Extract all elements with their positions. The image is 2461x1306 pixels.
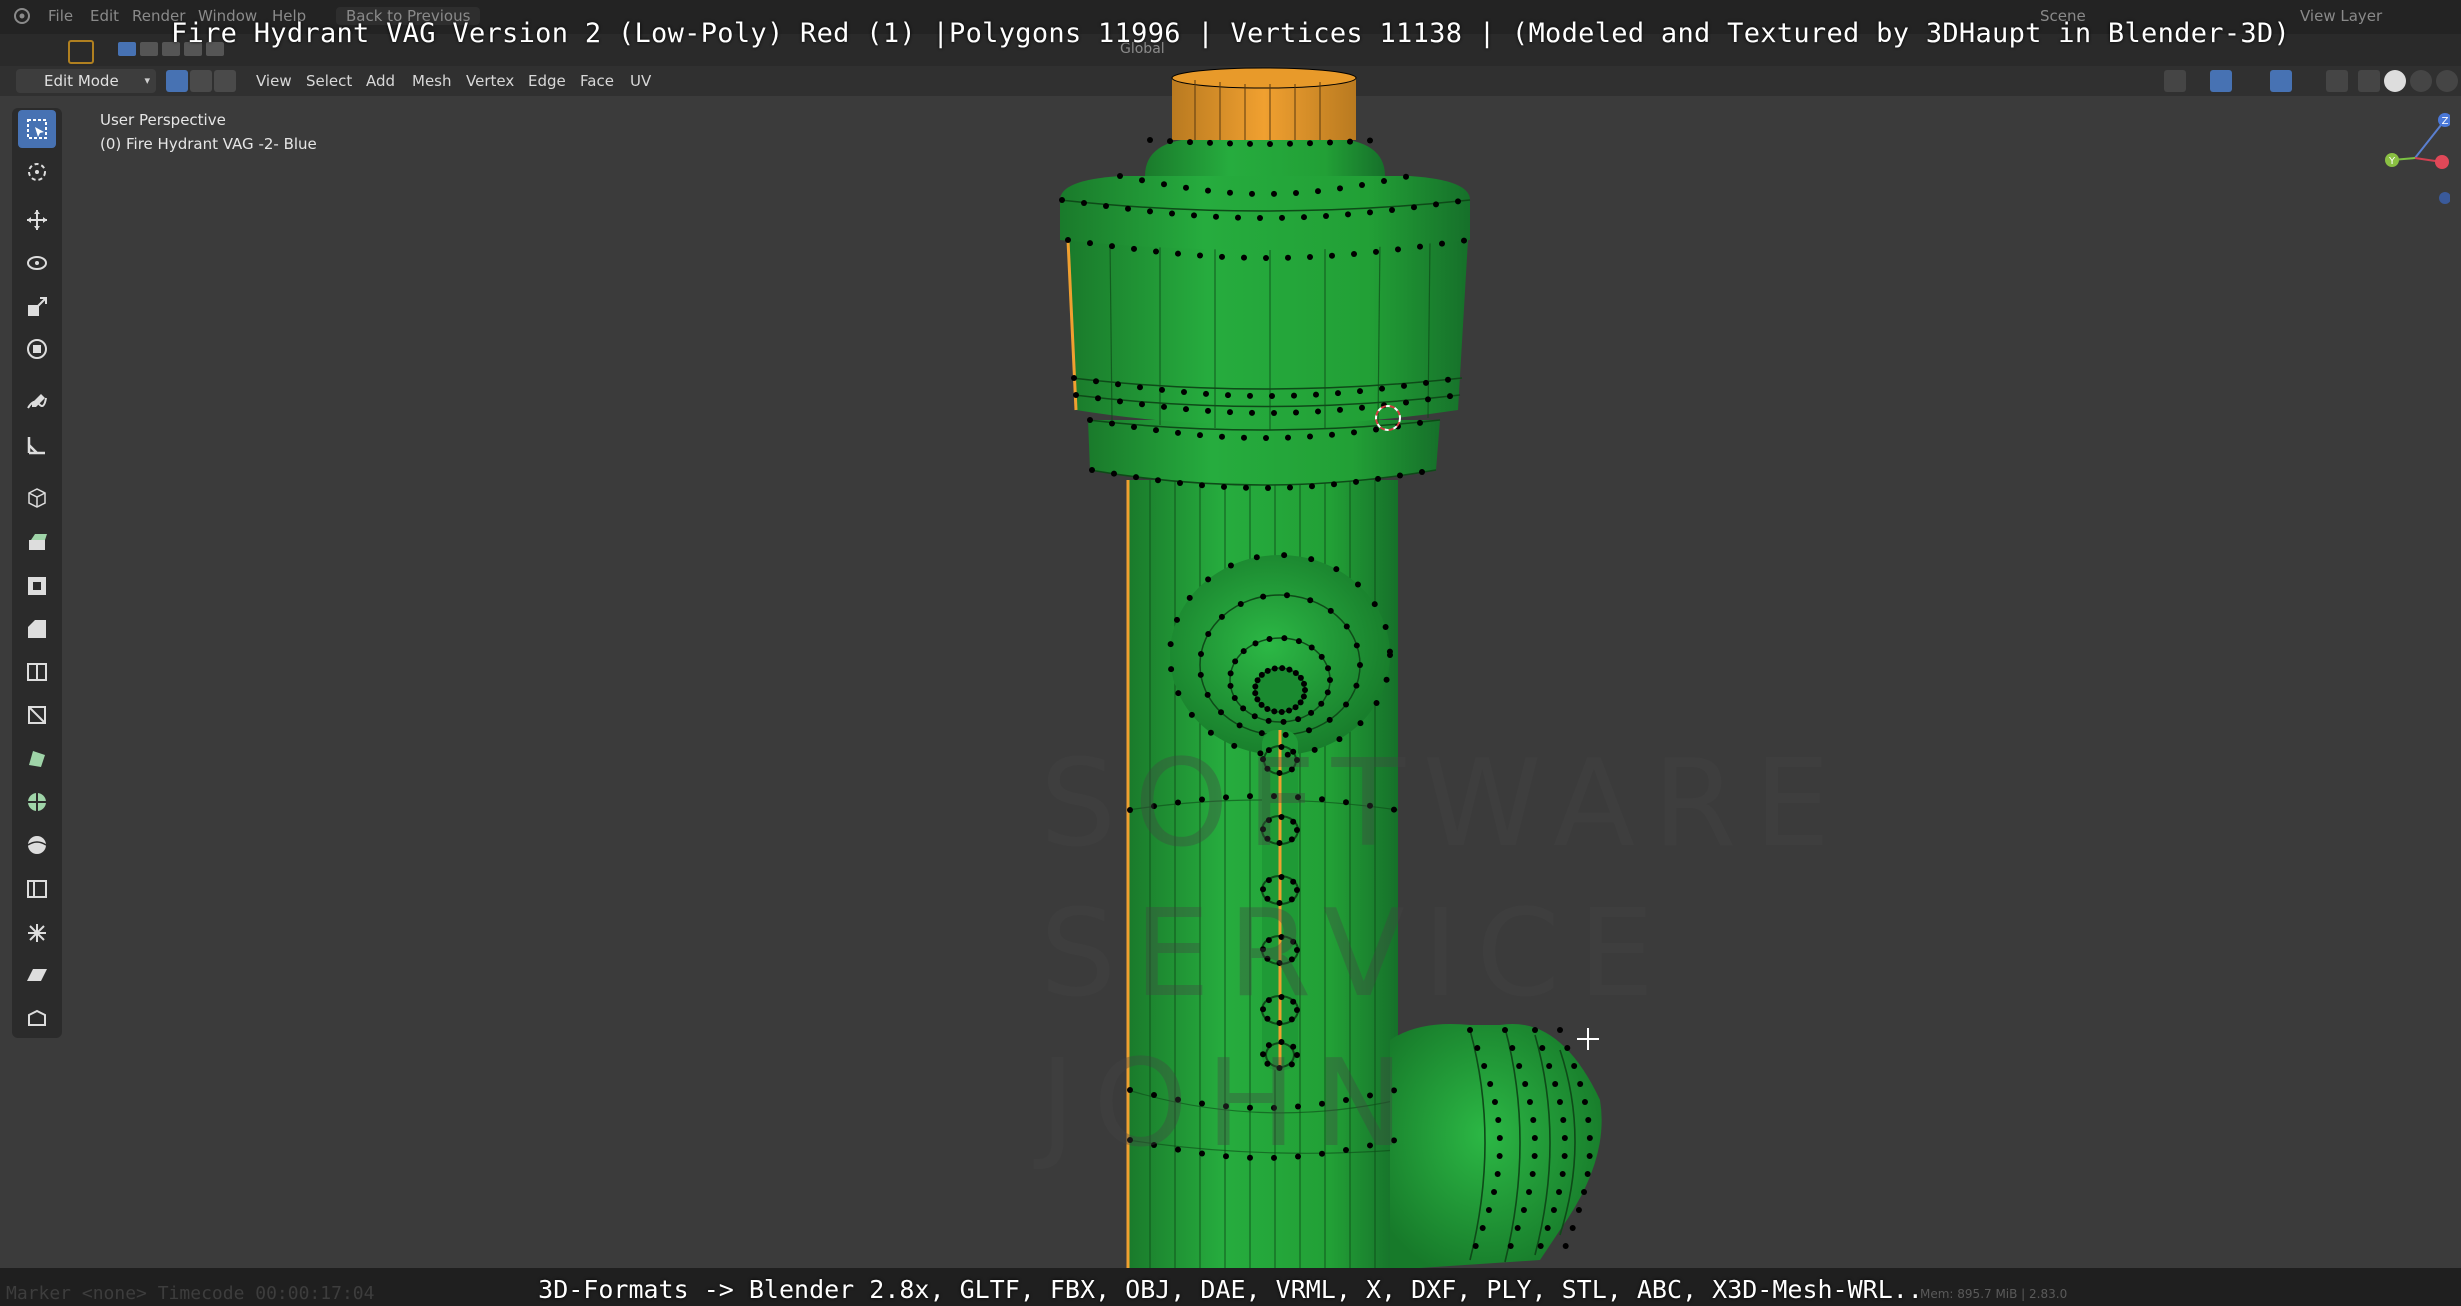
gizmo-neg-z-axis[interactable] (2439, 192, 2450, 204)
smooth-tool-icon[interactable] (18, 826, 56, 864)
bevel-tool-icon[interactable] (18, 610, 56, 648)
measure-tool-icon[interactable] (18, 426, 56, 464)
shear-tool-icon[interactable] (18, 956, 56, 994)
viewport-info: User Perspective (0) Fire Hydrant VAG -2… (100, 108, 317, 156)
cursor-tool-icon[interactable] (18, 153, 56, 191)
rotate-tool-icon[interactable] (18, 244, 56, 282)
navigation-gizmo[interactable]: Z Y (2380, 108, 2450, 208)
select-box-tool-icon[interactable] (18, 110, 56, 148)
shrink-fatten-tool-icon[interactable] (18, 914, 56, 952)
object-label: (0) Fire Hydrant VAG -2- Blue (100, 135, 317, 153)
watermark-line-2: SERVICE (1040, 885, 1672, 1024)
video-title-overlay: Fire Hydrant VAG Version 2 (Low-Poly) Re… (170, 18, 2291, 49)
watermark-line-3: JOHN (1040, 1035, 1422, 1174)
move-tool-icon[interactable] (18, 201, 56, 239)
gizmo-x-axis[interactable] (2435, 155, 2449, 169)
perspective-label: User Perspective (100, 111, 226, 129)
poly-build-tool-icon[interactable] (18, 740, 56, 778)
watermark: SOFTWARE SERVICE JOHN (1040, 730, 1860, 1180)
knife-tool-icon[interactable] (18, 696, 56, 734)
annotate-tool-icon[interactable] (18, 383, 56, 421)
tool-shelf (12, 108, 62, 1038)
gizmo-y-label: Y (2388, 156, 2396, 167)
gizmo-z-label: Z (2442, 116, 2449, 127)
extrude-tool-icon[interactable] (18, 523, 56, 561)
inset-tool-icon[interactable] (18, 567, 56, 605)
scale-tool-icon[interactable] (18, 288, 56, 326)
rip-region-tool-icon[interactable] (18, 998, 56, 1036)
spin-tool-icon[interactable] (18, 783, 56, 821)
video-footer-overlay: 3D-Formats -> Blender 2.8x, GLTF, FBX, O… (538, 1275, 1923, 1304)
transform-tool-icon[interactable] (18, 330, 56, 368)
watermark-line-1: SOFTWARE (1040, 735, 1849, 874)
add-cube-tool-icon[interactable] (18, 478, 56, 516)
edge-slide-tool-icon[interactable] (18, 870, 56, 908)
loop-cut-tool-icon[interactable] (18, 653, 56, 691)
blender-window: File Edit Render Window Help Back to Pre… (0, 0, 2461, 1306)
